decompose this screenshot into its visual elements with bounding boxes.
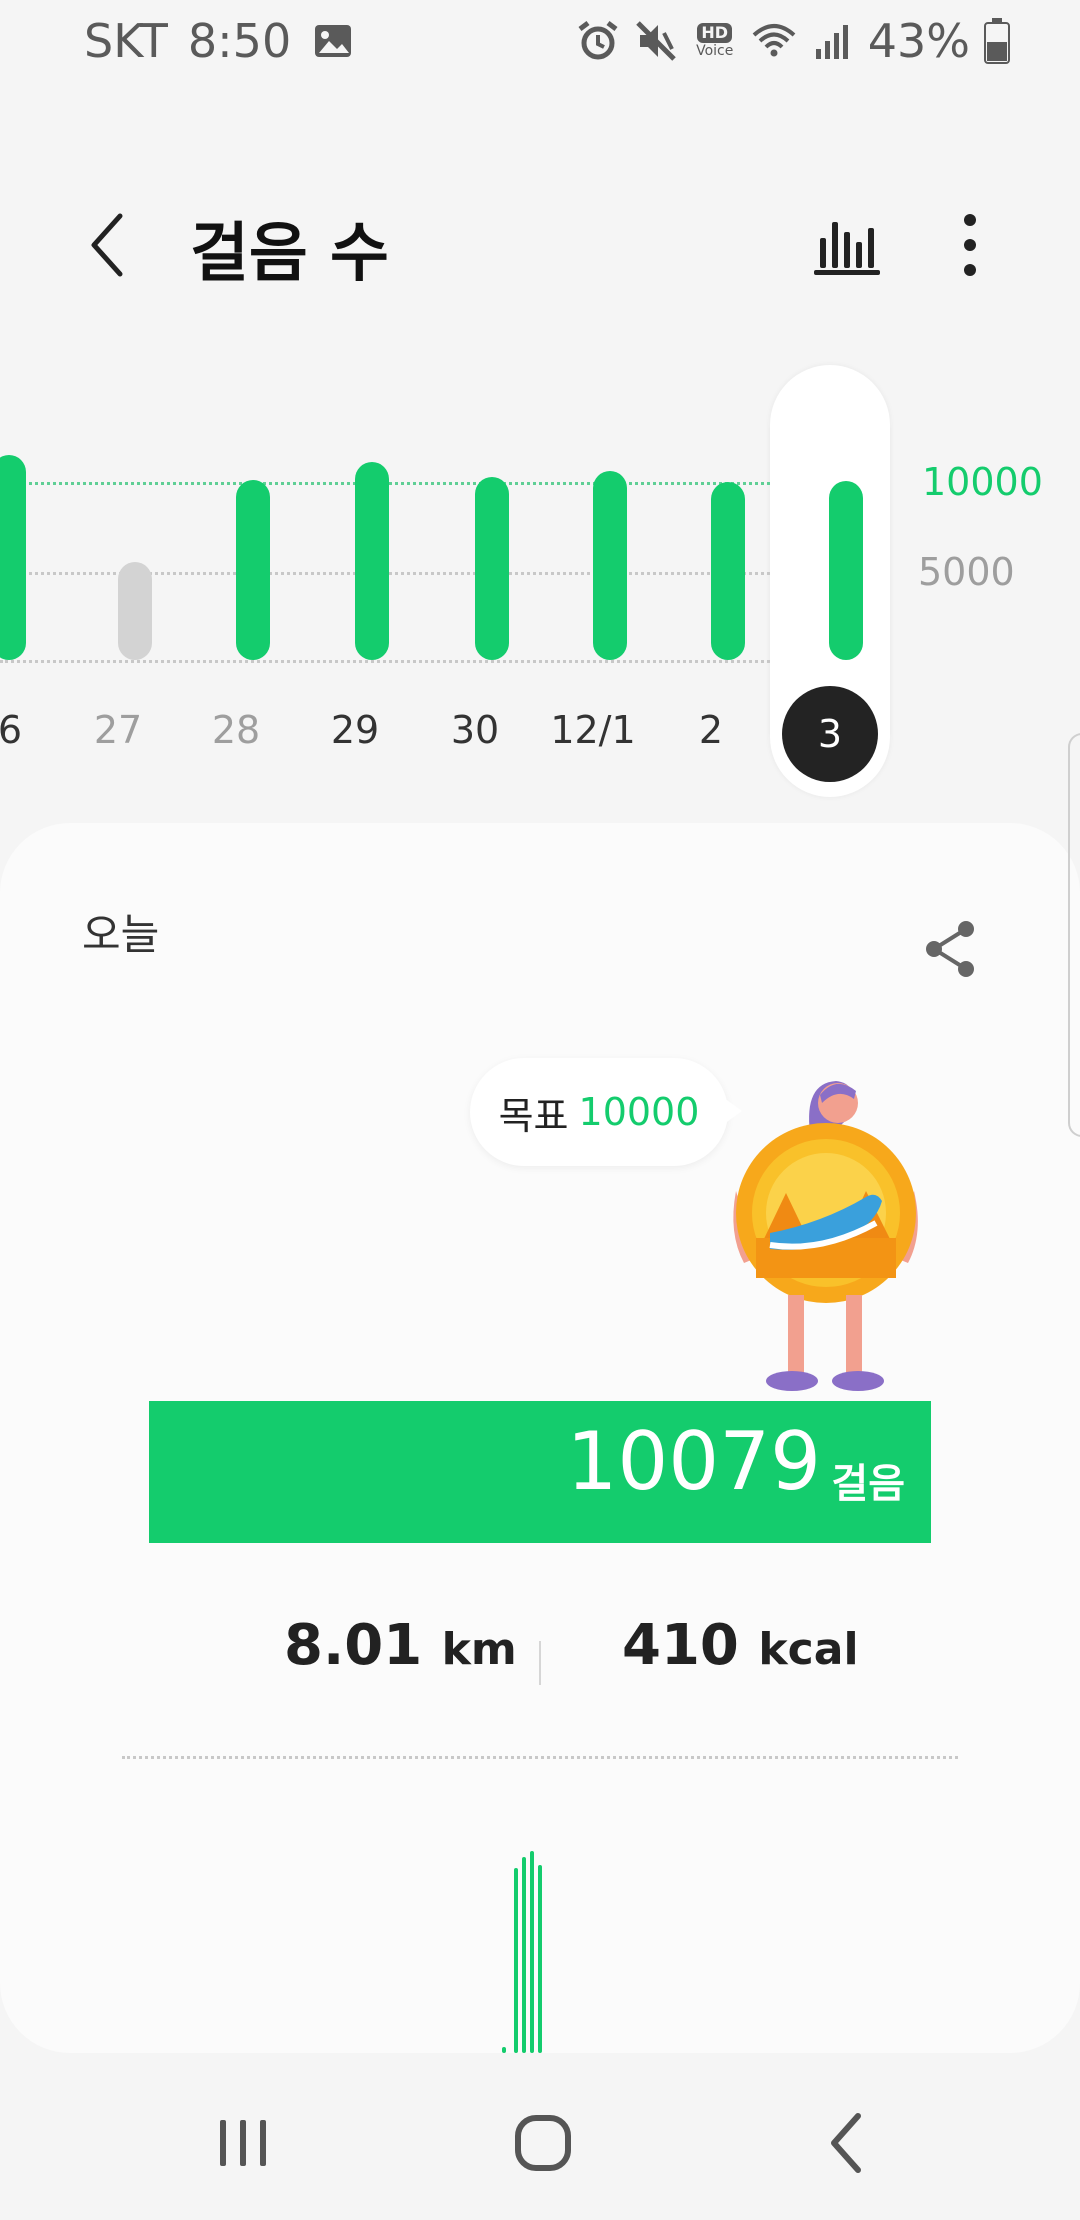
goal-prefix: 목표 (498, 1093, 569, 1138)
day-label-12-1[interactable]: 12/1 (543, 708, 643, 752)
recents-icon[interactable] (208, 2108, 278, 2178)
today-steps-bar: 10079 걸음 (149, 1401, 931, 1543)
achievement-mascot-illustration (733, 1081, 918, 1391)
day-bar-30[interactable] (475, 476, 509, 660)
day-label-29[interactable]: 29 (305, 708, 405, 752)
hourly-bar (522, 1857, 526, 2053)
baseline-gridline (0, 660, 770, 663)
day-bar-26[interactable] (0, 455, 26, 660)
y-label-goal: 10000 (922, 460, 1043, 504)
stat-divider (539, 1641, 541, 1685)
day-label-27[interactable]: 27 (68, 708, 168, 752)
today-label: 오늘 (82, 910, 160, 959)
edge-panel-handle[interactable] (1068, 733, 1080, 1137)
hourly-bar (514, 1868, 518, 2053)
day-bar-27[interactable] (118, 562, 152, 660)
goal-value: 10000 (578, 1090, 700, 1134)
day-label-30[interactable]: 30 (425, 708, 525, 752)
today-card: 오늘 목표 10000 10079 걸음 8.01 km 410 kcal (0, 823, 1080, 2053)
system-nav-bar (0, 2058, 1080, 2220)
day-bar-29[interactable] (355, 462, 389, 660)
step-count: 10079 (566, 1415, 822, 1508)
hourly-steps-chart (500, 1848, 560, 2053)
distance-stat: 8.01 km (284, 1613, 517, 1678)
distance-value: 8.01 (284, 1613, 423, 1678)
day-bar-28[interactable] (236, 480, 270, 660)
day-label-2[interactable]: 2 (661, 708, 761, 752)
day-bar-12-1[interactable] (593, 471, 627, 660)
calories-unit: kcal (758, 1624, 859, 1675)
day-bar-2[interactable] (711, 482, 745, 660)
calories-value: 410 (622, 1613, 739, 1678)
distance-unit: km (441, 1624, 517, 1675)
calories-stat: 410 kcal (622, 1613, 859, 1678)
weekly-steps-chart: 10000 5000 6 27 28 29 30 12/1 2 (0, 0, 1080, 820)
nav-back-icon[interactable] (812, 2108, 882, 2178)
hourly-bar (502, 2047, 506, 2053)
selected-day-badge[interactable]: 3 (782, 686, 878, 782)
y-label-mid: 5000 (918, 550, 1015, 594)
home-icon[interactable] (508, 2108, 578, 2178)
hourly-bar (530, 1851, 534, 2053)
screen: SKT 8:50 HD Voice 43% 걸음 수 10000 5000 6 … (0, 0, 1080, 2220)
dotted-separator (122, 1756, 958, 1759)
day-bar-3[interactable] (829, 480, 863, 660)
step-unit: 걸음 (831, 1461, 905, 1507)
goal-bubble: 목표 10000 (470, 1058, 728, 1166)
share-icon[interactable] (922, 919, 980, 979)
hourly-bar (538, 1865, 542, 2053)
day-label-6[interactable]: 6 (0, 708, 60, 752)
day-label-28[interactable]: 28 (186, 708, 286, 752)
